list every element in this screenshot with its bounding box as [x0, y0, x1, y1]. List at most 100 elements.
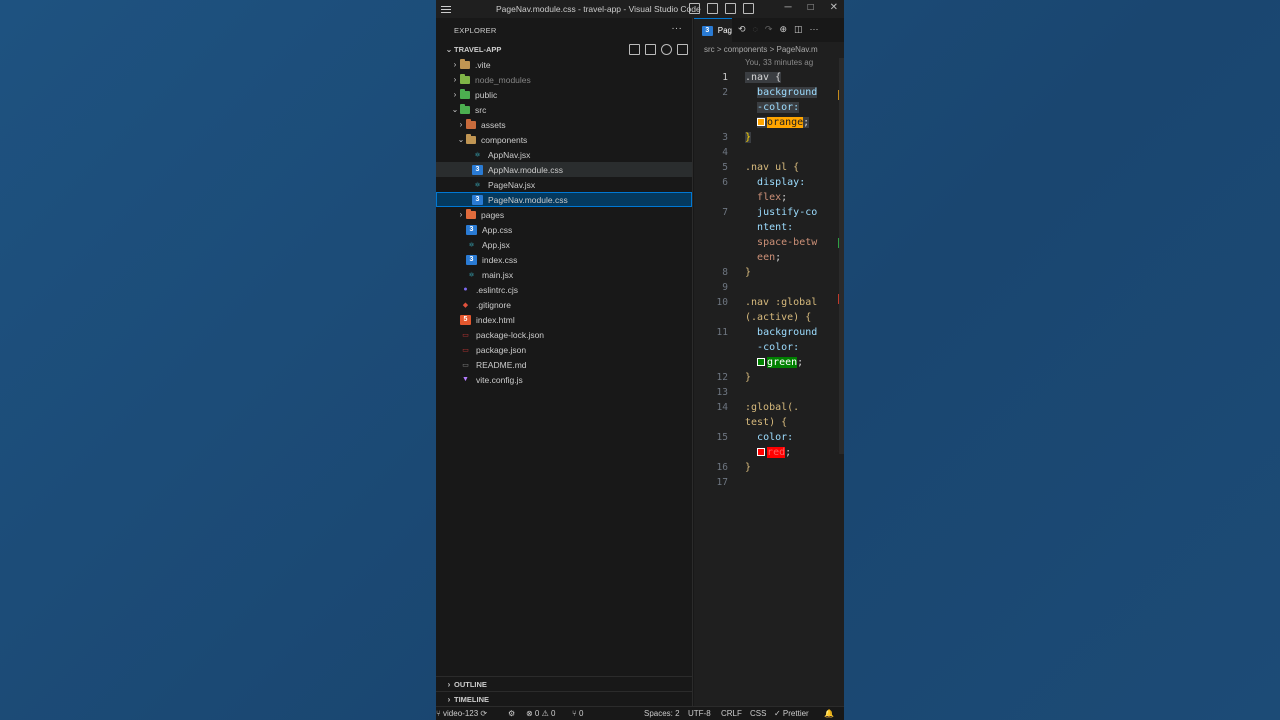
code-line[interactable]: (.active) { [694, 310, 844, 325]
collapse-all-icon[interactable] [677, 44, 688, 55]
menu-icon[interactable] [438, 0, 454, 18]
code-line[interactable]: 12} [694, 370, 844, 385]
split-editor-icon[interactable]: ◫ [794, 24, 803, 35]
code-line[interactable]: 9 [694, 280, 844, 295]
file-item[interactable]: ⚛ PageNav.jsx [436, 177, 692, 192]
code-line[interactable]: 16} [694, 460, 844, 475]
code-line[interactable]: 14:global(. [694, 400, 844, 415]
code-line[interactable]: 4 [694, 145, 844, 160]
folder-item[interactable]: ⌄ components [436, 132, 692, 147]
code-line[interactable]: red; [694, 445, 844, 460]
open-changes-icon[interactable]: ⊕ [779, 24, 787, 35]
file-item[interactable]: 3 AppNav.module.css [436, 162, 692, 177]
previous-change-icon[interactable]: ◌ [753, 24, 758, 35]
file-item[interactable]: ▭ package.json [436, 342, 692, 357]
explorer-title: EXPLORER [454, 25, 497, 35]
window-controls: ─ □ ✕ [784, 2, 838, 13]
file-item[interactable]: ⚛ AppNav.jsx [436, 147, 692, 162]
customize-layout-icon[interactable] [743, 3, 754, 14]
prettier-status[interactable]: ✓ Prettier [774, 709, 809, 718]
code-line[interactable]: 17 [694, 475, 844, 490]
folder-item[interactable]: › node_modules [436, 72, 692, 87]
chevron-right-icon: › [459, 120, 463, 129]
code-line[interactable]: 2 background [694, 85, 844, 100]
status-bar: ⑂ video-123 ⟳ ⚙ ⊗ 0 ⚠ 0 ⑂ 0 Spaces: 2 UT… [436, 706, 844, 720]
workspace-root[interactable]: ⌄ TRAVEL-APP [436, 42, 692, 57]
eol-status[interactable]: CRLF [721, 709, 742, 718]
new-folder-icon[interactable] [645, 44, 656, 55]
code-line[interactable]: ntent: [694, 220, 844, 235]
outline-section[interactable]: › OUTLINE [436, 676, 693, 691]
toggle-primary-sidebar-icon[interactable] [689, 3, 700, 14]
close-button[interactable]: ✕ [830, 2, 838, 13]
file-item[interactable]: 3 App.css [436, 222, 692, 237]
language-status[interactable]: CSS [750, 709, 766, 718]
tree-item-label: pages [481, 209, 505, 220]
tree-item-label: .eslintrc.cjs [476, 284, 519, 295]
title-bar: PageNav.module.css - travel-app - Visual… [436, 0, 844, 18]
line-number: 7 [722, 207, 728, 218]
code-line[interactable]: -color: [694, 100, 844, 115]
ports-status[interactable]: ⑂ 0 [572, 709, 583, 718]
code-line[interactable]: green; [694, 355, 844, 370]
file-item[interactable]: ▭ package-lock.json [436, 327, 692, 342]
code-line[interactable]: 11 background [694, 325, 844, 340]
tab-pagenav-module-css[interactable]: 3 Pag [694, 18, 732, 42]
code-text: een; [757, 252, 782, 263]
code-line[interactable]: flex; [694, 190, 844, 205]
file-item[interactable]: 5 index.html [436, 312, 692, 327]
code-text: .nav ul { [745, 162, 800, 173]
toggle-panel-icon[interactable] [707, 3, 718, 14]
folder-item[interactable]: › assets [436, 117, 692, 132]
next-change-icon[interactable]: ↷ [765, 24, 773, 35]
code-line[interactable]: test) { [694, 415, 844, 430]
code-line[interactable]: 10 .nav :global [694, 295, 844, 310]
code-line[interactable]: 13 [694, 385, 844, 400]
code-line[interactable]: 7 justify-co [694, 205, 844, 220]
minimize-button[interactable]: ─ [784, 2, 791, 13]
maximize-button[interactable]: □ [808, 2, 814, 13]
file-item[interactable]: 3 index.css [436, 252, 692, 267]
code-text: display: [757, 177, 806, 188]
code-line[interactable]: 6 display: [694, 175, 844, 190]
more-editor-actions-icon[interactable]: ··· [810, 24, 819, 35]
md-file-icon: ▭ [462, 361, 469, 369]
folder-item[interactable]: › pages [436, 207, 692, 222]
encoding-status[interactable]: UTF-8 [688, 709, 711, 718]
file-item[interactable]: ▼ vite.config.js [436, 372, 692, 387]
code-line[interactable]: 5 .nav ul { [694, 160, 844, 175]
revert-icon[interactable]: ⟲ [738, 24, 746, 35]
file-item[interactable]: ▭ README.md [436, 357, 692, 372]
code-line[interactable]: space-betw [694, 235, 844, 250]
code-line[interactable]: 3} [694, 130, 844, 145]
branch-status[interactable]: ⑂ video-123 ⟳ [436, 709, 487, 718]
folder-item[interactable]: › public [436, 87, 692, 102]
code-line[interactable]: 15 color: [694, 430, 844, 445]
code-line[interactable]: 8} [694, 265, 844, 280]
code-line[interactable]: 1 .nav { [694, 70, 844, 85]
code-line[interactable]: orange; [694, 115, 844, 130]
breadcrumb[interactable]: src > components > PageNav.m [694, 42, 844, 56]
sync-icon[interactable]: ⚙ [508, 709, 515, 718]
toggle-secondary-sidebar-icon[interactable] [725, 3, 736, 14]
file-item[interactable]: ◆ .gitignore [436, 297, 692, 312]
file-item[interactable]: ● .eslintrc.cjs [436, 282, 692, 297]
code-line[interactable]: -color: [694, 340, 844, 355]
timeline-section[interactable]: › TIMELINE [436, 691, 693, 706]
notifications-icon[interactable]: 🔔 [824, 709, 834, 718]
code-editor[interactable]: 1 .nav {2 background -color: orange; 3} 4 5.… [694, 70, 844, 490]
folder-item[interactable]: › .vite [436, 57, 692, 72]
code-line[interactable]: een; [694, 250, 844, 265]
editor-scrollbar[interactable] [839, 58, 844, 454]
outline-label: OUTLINE [454, 679, 487, 689]
folder-icon [460, 103, 470, 114]
new-file-icon[interactable] [629, 44, 640, 55]
problems-status[interactable]: ⊗ 0 ⚠ 0 [526, 709, 555, 718]
refresh-icon[interactable] [661, 44, 672, 55]
indentation-status[interactable]: Spaces: 2 [644, 709, 680, 718]
file-item[interactable]: ⚛ main.jsx [436, 267, 692, 282]
file-item[interactable]: ⚛ App.jsx [436, 237, 692, 252]
more-actions-icon[interactable]: ··· [671, 23, 682, 34]
folder-item[interactable]: ⌄ src [436, 102, 692, 117]
file-item[interactable]: 3 PageNav.module.css [436, 192, 692, 207]
